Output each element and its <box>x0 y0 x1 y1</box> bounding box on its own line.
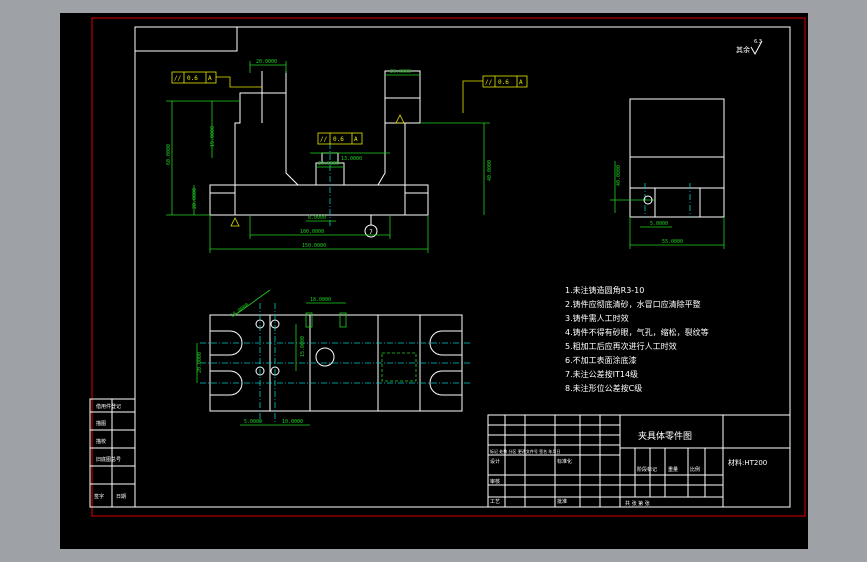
strip-label: 日期 <box>116 494 126 500</box>
svg-text:20.0000: 20.0000 <box>197 352 203 373</box>
front-dimensions: 20.0000 20.0000 60.0000 15.0000 20.0000 … <box>166 59 493 253</box>
title-block: 夹具体零件图 材料:HT200 标记 处数 分区 更改文件号 签名 年月日 设计… <box>487 414 791 508</box>
svg-text:6.3: 6.3 <box>754 39 762 45</box>
cad-viewport[interactable]: 借用件登记 描图 描校 旧底图总号 签字 日期 其余 6.3 7 20.0000… <box>60 13 808 549</box>
svg-text:其余: 其余 <box>736 45 750 54</box>
roughness-symbol: 其余 6.3 <box>736 39 763 56</box>
svg-text:重量: 重量 <box>668 466 678 473</box>
svg-text:0.6: 0.6 <box>187 75 198 82</box>
strip-label: 描图 <box>96 420 106 427</box>
svg-text:阶段标记: 阶段标记 <box>637 466 657 473</box>
note-line: 6.不加工表面涂底漆 <box>565 355 637 365</box>
note-line: 4.铸件不得有砂眼，气孔，缩松，裂纹等 <box>565 327 709 337</box>
svg-text:A: A <box>354 136 358 143</box>
note-line: 7.未注公差按IT14级 <box>565 369 638 379</box>
svg-text:5.0000: 5.0000 <box>244 419 262 425</box>
svg-text:标准化: 标准化 <box>557 458 572 465</box>
svg-text:20.0000: 20.0000 <box>318 161 339 167</box>
svg-text:共 张 第 张: 共 张 第 张 <box>625 500 650 507</box>
svg-text:20.0000: 20.0000 <box>256 59 277 65</box>
note-line: 3.铸件需人工时效 <box>565 313 629 323</box>
code-box <box>134 26 238 52</box>
svg-text:10.0000: 10.0000 <box>282 419 303 425</box>
svg-text:40.0000: 40.0000 <box>616 165 622 186</box>
svg-text:100.0000: 100.0000 <box>300 229 324 235</box>
svg-text:批准: 批准 <box>557 498 567 505</box>
drawing-title: 夹具体零件图 <box>638 430 692 442</box>
drawing-sheet: 借用件登记 描图 描校 旧底图总号 签字 日期 其余 6.3 7 20.0000… <box>89 17 806 517</box>
svg-text:5.0000: 5.0000 <box>650 221 668 227</box>
left-strip: 借用件登记 描图 描校 旧底图总号 签字 日期 <box>89 398 136 508</box>
note-line: 2.铸件应彻底清砂，水冒口应清除平整 <box>565 299 701 309</box>
svg-text:60.0000: 60.0000 <box>166 144 172 165</box>
strip-label: 旧底图总号 <box>96 456 121 463</box>
note-line: 5.粗加工后应再次进行人工时效 <box>565 341 677 351</box>
svg-text:A: A <box>208 75 212 82</box>
svg-text:20.0000: 20.0000 <box>390 69 411 75</box>
material-label: 材料:HT200 <box>728 458 767 467</box>
svg-text:15.0000: 15.0000 <box>300 336 306 357</box>
svg-text://: // <box>320 136 328 143</box>
note-line: 8.未注形位公差按C级 <box>565 383 642 393</box>
svg-text:标记 处数 分区 更改文件号 签名 年月日: 标记 处数 分区 更改文件号 签名 年月日 <box>490 448 560 454</box>
front-view: 7 <box>209 70 429 238</box>
note-line: 1.未注铸造圆角R3-10 <box>565 285 644 295</box>
tolerance-frames: // 0.6 A // 0.6 A // 0.6 A <box>171 71 528 227</box>
svg-text:0.6: 0.6 <box>333 136 344 143</box>
svg-text:15.0000: 15.0000 <box>210 126 216 147</box>
svg-text:18.0000: 18.0000 <box>229 302 250 319</box>
strip-label: 借用件登记 <box>96 403 121 410</box>
svg-text:工艺: 工艺 <box>490 499 500 505</box>
plan-view: 18.0000 18.0000 20.0000 15.0000 5.0000 1… <box>196 289 472 426</box>
strip-label: 描校 <box>96 438 106 445</box>
svg-text:18.0000: 18.0000 <box>310 297 331 303</box>
svg-text:40.0000: 40.0000 <box>487 160 493 181</box>
outer-frame <box>91 17 806 517</box>
svg-text:比例: 比例 <box>690 466 700 473</box>
svg-text:设计: 设计 <box>490 458 500 465</box>
svg-text:A: A <box>519 79 523 86</box>
svg-text:55.0000: 55.0000 <box>662 239 683 245</box>
svg-text:150.0000: 150.0000 <box>302 243 326 249</box>
svg-text:20.0000: 20.0000 <box>192 188 198 209</box>
svg-text:审核: 审核 <box>490 478 500 485</box>
svg-text:13.0000: 13.0000 <box>341 156 362 162</box>
strip-label: 签字 <box>94 493 104 500</box>
svg-text:0.6: 0.6 <box>498 79 509 86</box>
technical-notes: 1.未注铸造圆角R3-10 2.铸件应彻底清砂，水冒口应清除平整 3.铸件需人工… <box>565 285 709 393</box>
svg-text://: // <box>174 75 182 82</box>
svg-text://: // <box>485 79 493 86</box>
svg-text:8.0000: 8.0000 <box>308 215 326 221</box>
side-view: 40.0000 5.0000 55.0000 <box>610 98 725 249</box>
